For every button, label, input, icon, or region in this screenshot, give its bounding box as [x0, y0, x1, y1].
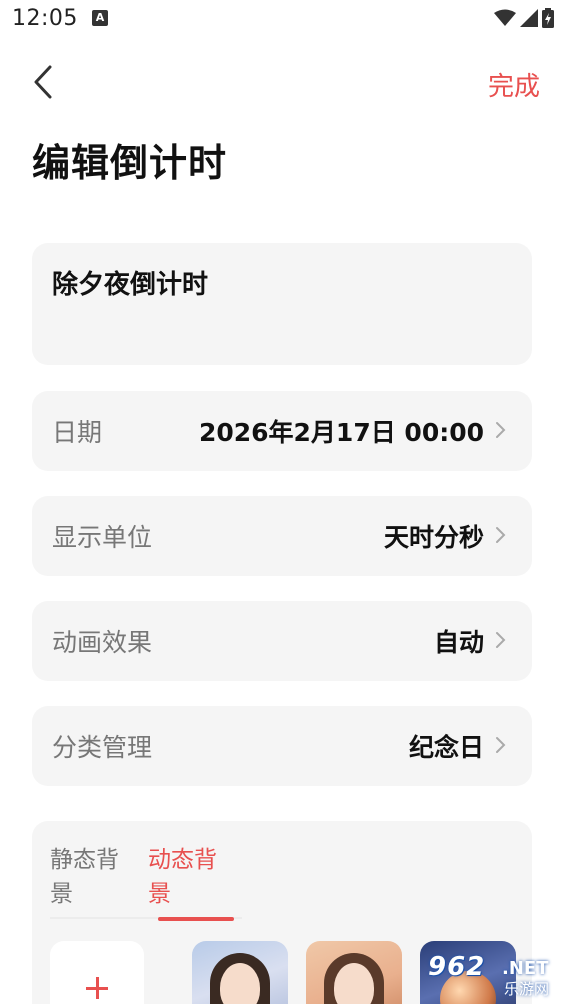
watermark-text: 乐游网 [504, 980, 550, 998]
chevron-right-icon [496, 632, 506, 648]
watermark-number: 962 [428, 952, 486, 982]
animation-effect-row[interactable]: 动画效果 自动 [32, 601, 532, 681]
category-management-row[interactable]: 分类管理 纪念日 [32, 706, 532, 786]
tab-dynamic-background[interactable]: 动态背景 [148, 843, 230, 911]
status-icons [494, 8, 554, 28]
background-thumbnail[interactable] [306, 941, 402, 1004]
chevron-right-icon [496, 527, 506, 543]
background-thumbnail[interactable] [192, 941, 288, 1004]
watermark-suffix: .NET [502, 958, 549, 979]
row-label: 显示单位 [52, 523, 153, 552]
status-time: 12:05 [12, 6, 78, 31]
wifi-icon [494, 9, 516, 26]
chevron-left-icon [34, 65, 52, 99]
date-row[interactable]: 日期 2026年2月17日 00:00 [32, 391, 532, 471]
add-background-button[interactable] [50, 941, 144, 1004]
done-button[interactable]: 完成 [488, 66, 540, 103]
status-bar: 12:05 A [0, 0, 564, 38]
a-notification-icon: A [92, 10, 108, 26]
tab-static-background[interactable]: 静态背景 [50, 843, 132, 911]
row-label: 分类管理 [52, 733, 153, 762]
active-tab-indicator [158, 917, 234, 921]
chevron-right-icon [496, 422, 506, 438]
display-unit-row[interactable]: 显示单位 天时分秒 [32, 496, 532, 576]
row-value: 天时分秒 [383, 523, 484, 552]
back-button[interactable] [28, 62, 64, 102]
page-title: 编辑倒计时 [32, 141, 228, 185]
countdown-name-card [32, 243, 532, 365]
row-value: 2026年2月17日 00:00 [198, 418, 484, 447]
row-label: 日期 [52, 418, 103, 447]
signal-icon [520, 9, 538, 27]
row-label: 动画效果 [52, 628, 153, 657]
countdown-name-input[interactable] [52, 267, 512, 297]
watermark-logo: 962 .NET 乐游网 [420, 950, 560, 1000]
row-value: 自动 [433, 628, 484, 657]
chevron-right-icon [496, 737, 506, 753]
row-value: 纪念日 [408, 733, 484, 762]
battery-icon [542, 8, 554, 28]
